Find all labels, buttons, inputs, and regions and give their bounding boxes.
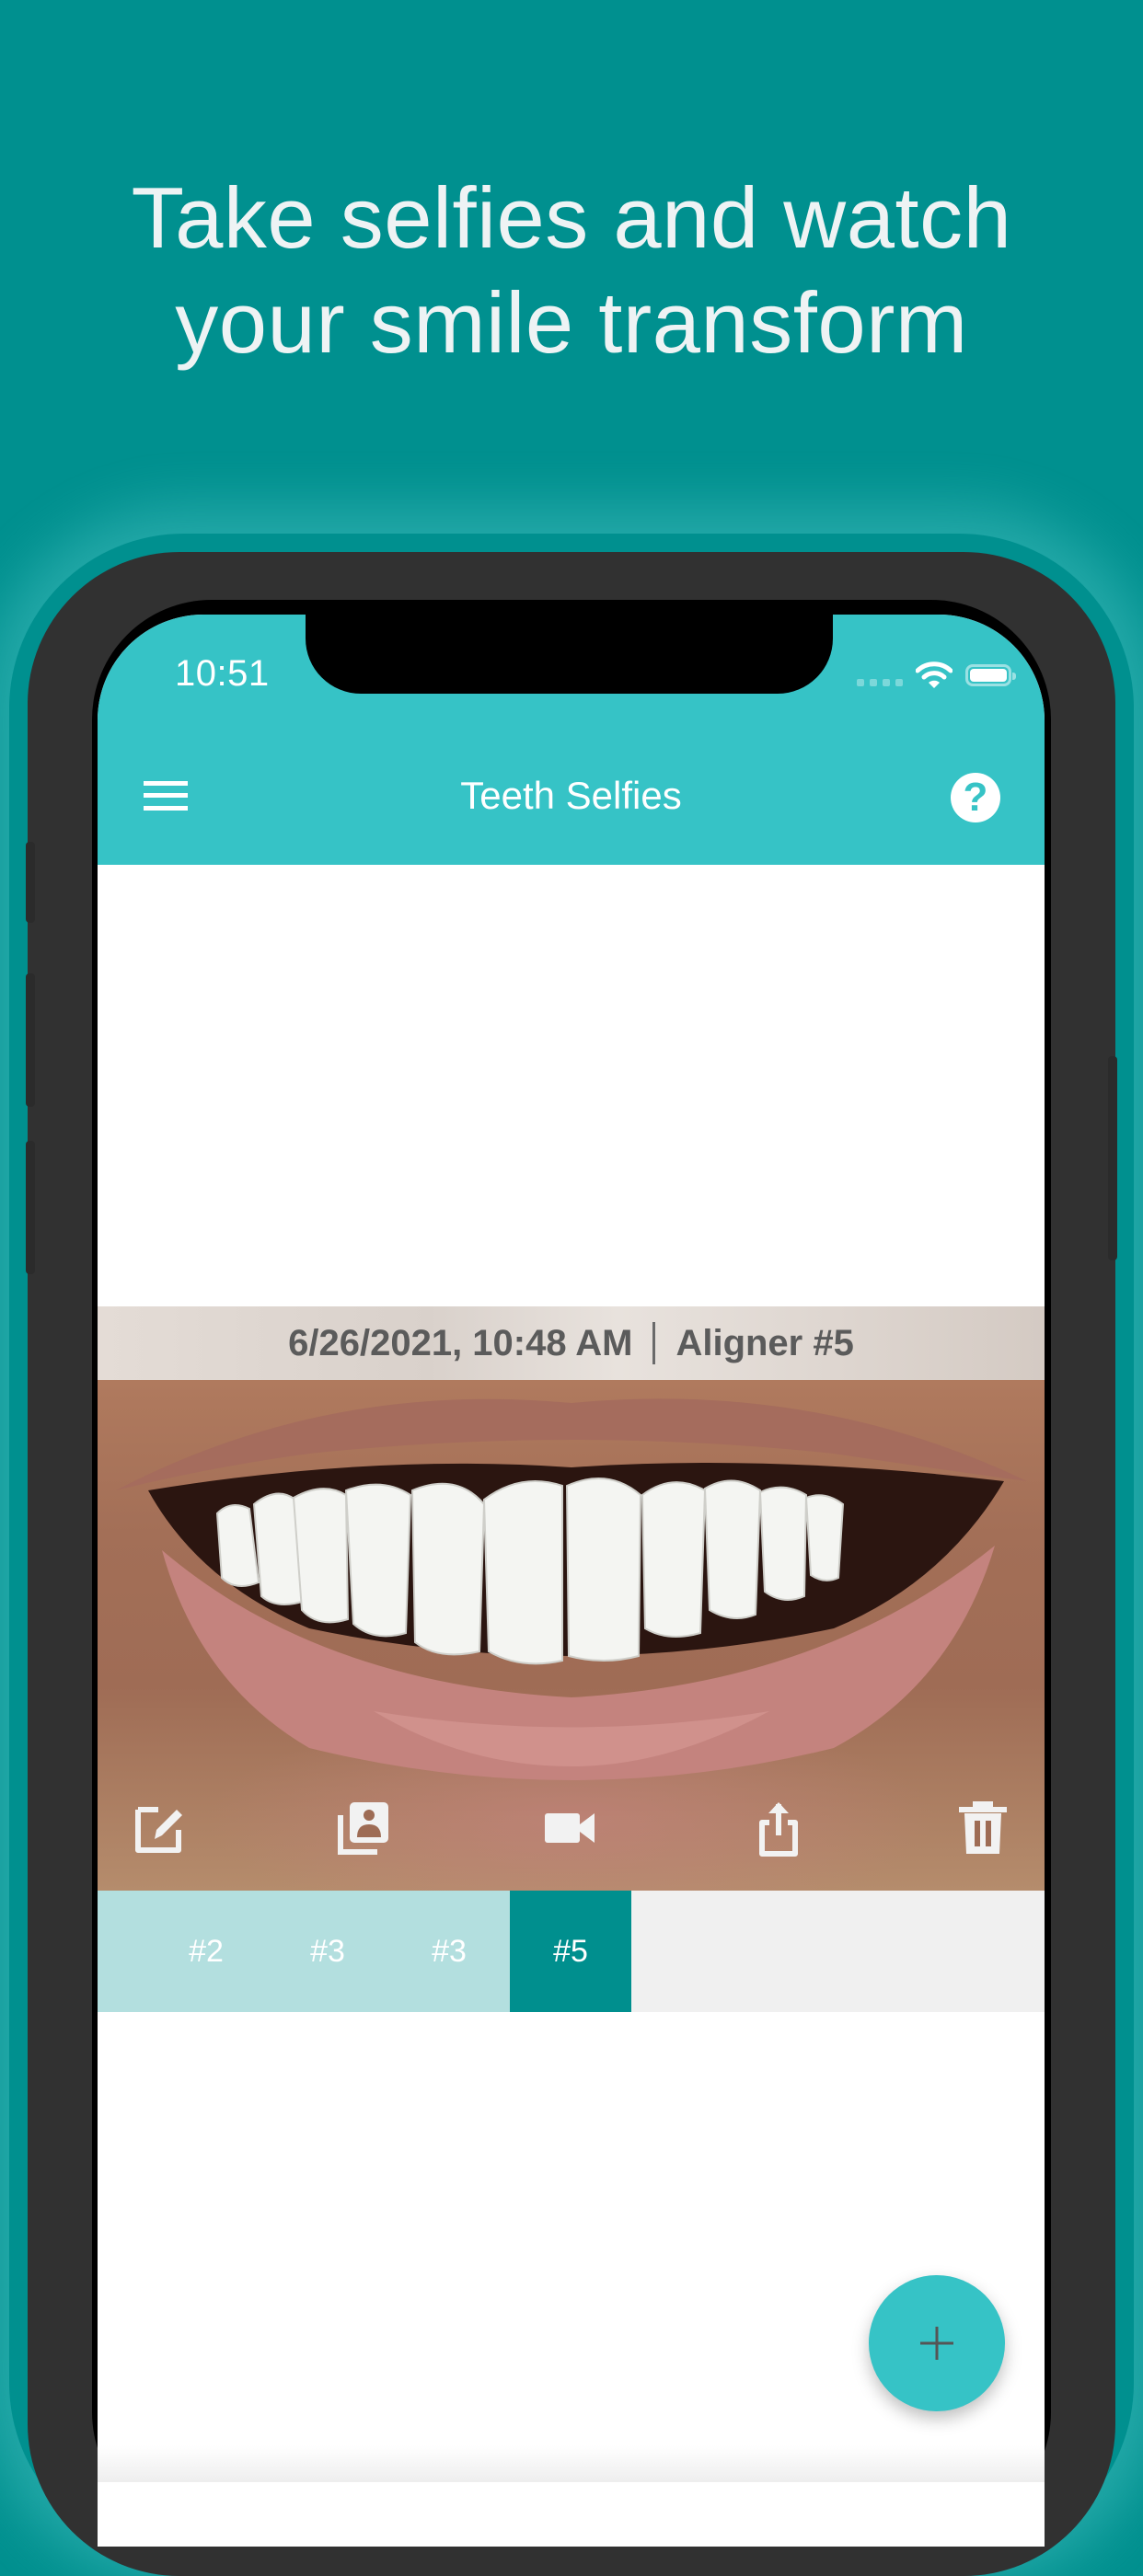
help-icon[interactable]: ?	[951, 773, 1000, 822]
signal-icon	[857, 679, 903, 686]
share-icon[interactable]	[749, 1799, 808, 1857]
aligner-tabs: #2 #3 #3 #5	[98, 1891, 1045, 2012]
aligner-tab-selected[interactable]: #5	[510, 1891, 631, 2012]
selfie-aligner: Aligner #5	[675, 1322, 854, 1363]
add-selfie-button[interactable]	[869, 2275, 1005, 2411]
phone-silent-switch	[26, 842, 35, 923]
phone-volume-down	[26, 1141, 35, 1274]
selfie-toolbar	[98, 1799, 1045, 1863]
app-navbar: 10:51 Teeth Selfies ?	[98, 615, 1045, 865]
headline-line-2: your smile transform	[175, 274, 968, 371]
video-icon[interactable]	[541, 1799, 600, 1857]
aligner-tab[interactable]: #3	[267, 1891, 388, 2012]
bottom-bar-edge	[98, 2445, 1045, 2482]
selfie-date: 6/26/2021, 10:48 AM	[288, 1322, 633, 1363]
plus-icon	[920, 2327, 953, 2360]
phone-notch	[306, 615, 833, 694]
aligner-tab[interactable]: #3	[388, 1891, 510, 2012]
battery-icon	[965, 664, 1016, 686]
phone-screen: 10:51 Teeth Selfies ? 6/26/2021, 10:48 A…	[98, 615, 1045, 2547]
edit-icon[interactable]	[131, 1799, 190, 1857]
caption-separator	[652, 1322, 656, 1364]
phone-power-button	[1108, 1056, 1117, 1260]
page-title: Teeth Selfies	[460, 774, 682, 817]
marketing-headline: Take selfies and watch your smile transf…	[0, 166, 1143, 375]
trash-icon[interactable]	[953, 1799, 1012, 1857]
smile-photo[interactable]	[98, 1380, 1045, 1891]
phone-volume-up	[26, 973, 35, 1107]
selfie-caption: 6/26/2021, 10:48 AM Aligner #5	[98, 1306, 1045, 1380]
status-icons	[857, 657, 1016, 694]
gallery-icon[interactable]	[335, 1799, 394, 1857]
aligner-tab[interactable]: #2	[98, 1891, 267, 2012]
wifi-icon	[916, 661, 952, 688]
headline-line-1: Take selfies and watch	[131, 169, 1012, 266]
status-time: 10:51	[175, 653, 270, 694]
